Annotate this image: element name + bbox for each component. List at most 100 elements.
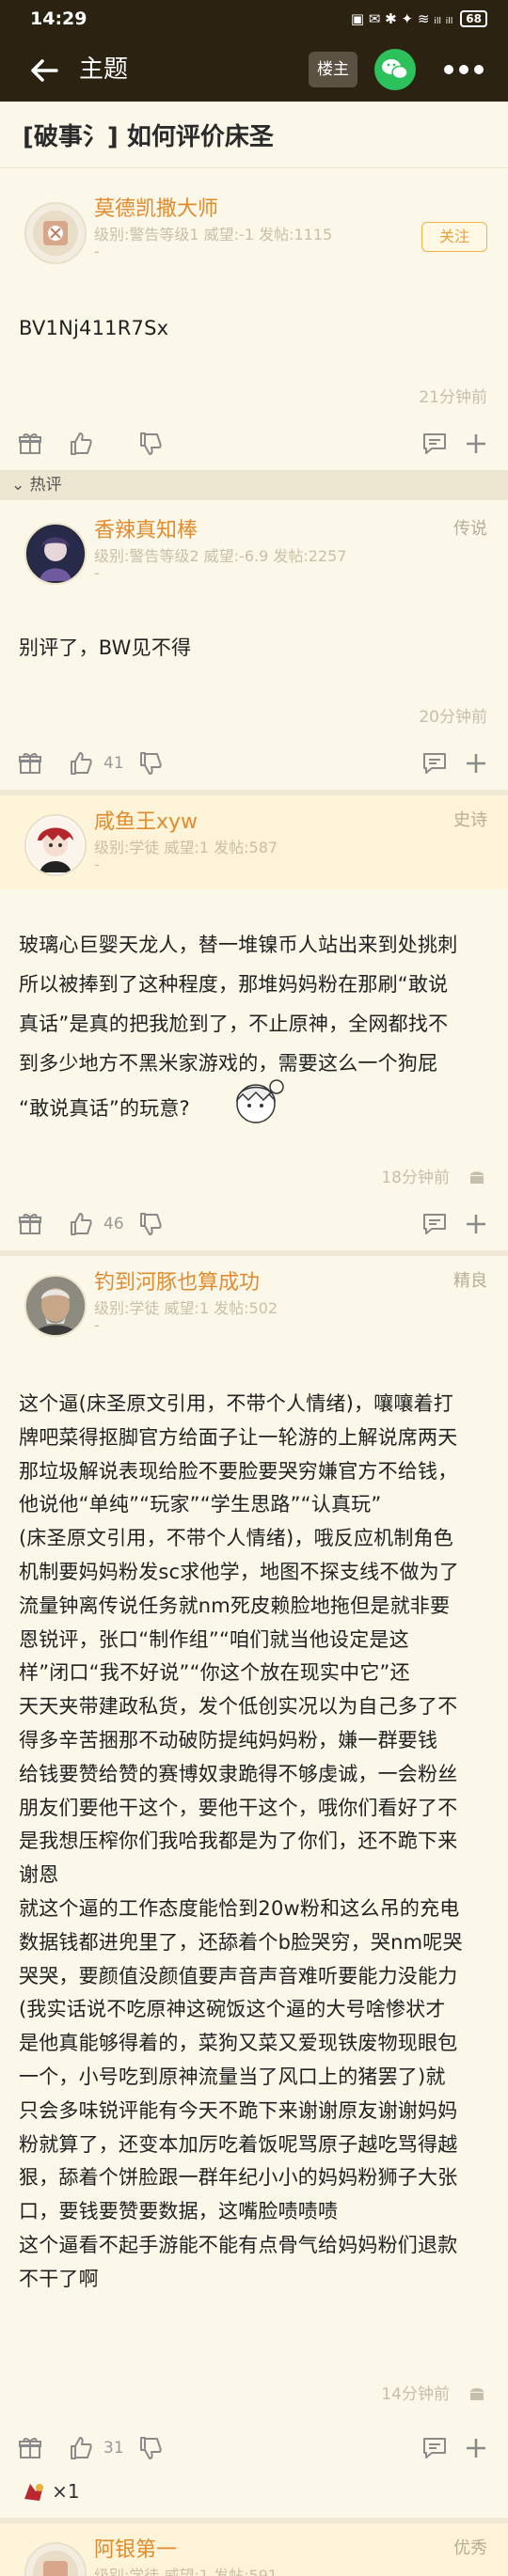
reply-body-line: 狠，舔着个饼脸跟一群年纪小小的妈妈粉狮子大张: [19, 2166, 458, 2190]
reply-body-line: 朋友们要他干这个，要他干这个，哦你们看好了不: [19, 1796, 458, 1819]
avatar[interactable]: [24, 814, 87, 876]
thumbs-up-icon[interactable]: [68, 2435, 94, 2461]
like-count: 31: [103, 2439, 124, 2458]
reply-body-line: 不干了啊: [19, 2267, 99, 2290]
divider: [0, 167, 508, 168]
author-name[interactable]: 莫德凯撒大师: [94, 192, 218, 222]
follow-button[interactable]: 关注: [421, 222, 487, 252]
comment-icon[interactable]: [421, 2435, 448, 2461]
post-title: [破事氵] 如何评价床圣: [23, 123, 274, 151]
status-time: 14:29: [30, 8, 87, 29]
author-meta: 级别:警告等级1 威望:-1 发帖:1115: [94, 226, 333, 243]
back-arrow-icon[interactable]: [28, 55, 60, 86]
reply-body-line: (我实话说不吃原神这碗饭这个逼的大号啥惨状才: [19, 1998, 446, 2021]
chevron-down-icon: ⌄: [11, 476, 25, 495]
status-bar: 14:29 ▣ ✉ ✱ ✦ ≋ ᵢₗₗ ᵢₗₗ 68: [0, 0, 508, 38]
reply-body-line: 只会多味锐评能有今天不跪下来谢谢原友谢谢妈妈: [19, 2098, 458, 2122]
reply-rank-tag: 传说: [453, 519, 487, 539]
reply-author-name[interactable]: 钓到河豚也算成功: [94, 1265, 260, 1296]
author-meta-dash: -: [94, 243, 100, 260]
reply-rank-tag: 优秀: [453, 2538, 487, 2558]
reward-badge[interactable]: ×1: [21, 2478, 80, 2506]
reply-body-line: 样”闭口“我不好说”“你这个放在现实中它”还: [19, 1661, 410, 1685]
reply-body-line: 哭哭，要颜值没颜值要声音声音难听要能力没能力: [19, 1964, 458, 1987]
reply-body: 别评了，BW见不得: [19, 636, 192, 659]
thumbs-down-icon[interactable]: [137, 2435, 164, 2461]
reply-author-name[interactable]: 香辣真知棒: [94, 513, 198, 543]
reply-rank-tag: 精良: [453, 1271, 487, 1291]
like-count: 41: [103, 754, 124, 773]
post-action-row: [0, 425, 508, 463]
reply-body-line: 谢恩: [19, 1863, 59, 1887]
wechat-share-button[interactable]: [374, 49, 416, 90]
reply-body-line: 所以被捧到了这种程度，那堆妈妈粉在那刷“敢说: [19, 973, 449, 996]
battery-icon: 68: [460, 10, 487, 27]
plus-icon[interactable]: [463, 2435, 489, 2461]
reply-body-line: 牌吧菜得抠脚官方给面子让一轮游的上解说席两天: [19, 1425, 458, 1449]
owner-only-button[interactable]: 楼主: [309, 52, 357, 87]
gift-icon[interactable]: [17, 431, 43, 457]
status-icons: ▣ ✉ ✱ ✦ ≋ ᵢₗₗ ᵢₗₗ 68: [351, 10, 487, 27]
reply-time: 20分钟前: [419, 708, 487, 727]
wechat-icon: [382, 59, 408, 80]
avatar[interactable]: [24, 1275, 87, 1337]
reward-gift-icon: [24, 2484, 43, 2501]
sticker-emoji: [236, 1079, 284, 1123]
gift-icon[interactable]: [17, 1211, 43, 1237]
app-bar: 主题 楼主: [0, 38, 508, 102]
reply-body-line: 得多辛苦捆那不动破防提纯妈妈粉，嫌一群要钱: [19, 1728, 438, 1751]
reply-body-line: 流量钟离传说任务就nm死皮赖脸地拖但是就非要: [19, 1594, 451, 1617]
reply-body-line: 这个逼(床圣原文引用，不带个人情绪)，嚷嚷着打: [19, 1392, 453, 1415]
reply-author-meta-dash: -: [94, 564, 100, 582]
reply-body-line: 是我想压榨你们我哈我都是为了你们，还不跪下来: [19, 1830, 458, 1853]
reply-body-line: (床圣原文引用，不带个人情绪)，哦反应机制角色: [19, 1527, 453, 1550]
avatar[interactable]: [24, 523, 87, 585]
avatar-image: [26, 1277, 85, 1335]
divider: [0, 1250, 508, 1256]
avatar-image: [27, 526, 84, 582]
more-options-icon[interactable]: [438, 47, 489, 92]
status-icons-text: ▣ ✉ ✱ ✦ ≋ ᵢₗₗ ᵢₗₗ: [350, 10, 453, 27]
reply-author-meta: 级别:学徒 威望:1 发帖:587: [94, 839, 278, 856]
reply-body-line: 恩锐评，张口“制作组”“咱们就当他设定是这: [19, 1627, 409, 1651]
hot-section-header: ⌄ 热评: [0, 470, 508, 500]
thumbs-down-icon[interactable]: [137, 750, 164, 777]
comment-icon[interactable]: [421, 1211, 448, 1237]
hot-section-label: 热评: [29, 476, 62, 495]
plus-icon[interactable]: [463, 750, 489, 777]
thumbs-up-icon[interactable]: [68, 431, 94, 457]
plus-icon[interactable]: [463, 1211, 489, 1237]
reply-body: 玻璃心巨婴天龙人，替一堆镍币人站出来到处挑刺 所以被捧到了这种程度，那堆妈妈粉在…: [19, 925, 499, 1134]
reply-body-line: 玻璃心巨婴天龙人，替一堆镍币人站出来到处挑刺: [19, 934, 458, 956]
reply-body-line: 是他真能够得着的，菜狗又菜又爱现铁废物现眼包: [19, 2032, 458, 2055]
reply-time: 14分钟前: [381, 2385, 450, 2404]
reply-body: 这个逼(床圣原文引用，不带个人情绪)，嚷嚷着打 牌吧菜得抠脚官方给面子让一轮游的…: [19, 1388, 503, 2297]
plus-icon[interactable]: [463, 431, 489, 457]
avatar[interactable]: [24, 202, 87, 264]
reply-action-row: 46: [0, 1205, 508, 1243]
reply-body-line: 口，要钱要赞要数据，这嘴脸啧啧啧: [19, 2200, 339, 2223]
android-icon: [470, 2388, 484, 2400]
thumbs-up-icon[interactable]: [68, 1211, 94, 1237]
comment-icon[interactable]: [421, 431, 448, 457]
comment-icon[interactable]: [421, 750, 448, 777]
post-time: 21分钟前: [419, 388, 487, 407]
reward-count: ×1: [52, 2480, 80, 2503]
avatar-image: [27, 817, 84, 873]
avatar-image: [33, 211, 78, 256]
thumbs-up-icon[interactable]: [68, 750, 94, 777]
reply-body-line: 给钱要赞给赞的赛博奴隶跪得不够虔诚，一会粉丝: [19, 1762, 458, 1785]
gift-icon[interactable]: [17, 2435, 43, 2461]
thumbs-down-icon[interactable]: [137, 1211, 164, 1237]
reply-author-meta: 级别:警告等级2 威望:-6.9 发帖:2257: [94, 547, 347, 565]
reply-author-name[interactable]: 咸鱼王xyw: [94, 805, 198, 835]
reply-author-meta: 级别:学徒 威望:1 发帖:502: [94, 1299, 278, 1317]
gift-icon[interactable]: [17, 750, 43, 777]
reply-author-meta-dash: -: [94, 856, 100, 873]
reply-author-meta-dash: -: [94, 1316, 100, 1334]
reply-author-name[interactable]: 阿银第一: [94, 2533, 177, 2563]
reply-body-line: 机制要妈妈粉发sc求他学，地图不探支线不做为了: [19, 1560, 460, 1583]
reply-body-line: 这个逼看不起手游能不能有点骨气给妈妈粉们退款: [19, 2233, 458, 2256]
reply-body-line: 真话”是真的把我尬到了，不止原神，全网都找不: [19, 1013, 449, 1035]
thumbs-down-icon[interactable]: [137, 431, 164, 457]
